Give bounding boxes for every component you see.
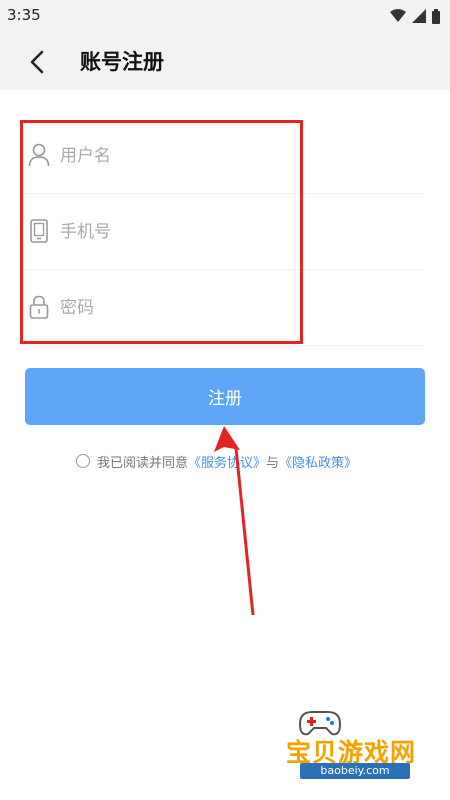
agreement-prefix: 我已阅读并同意 — [97, 455, 189, 471]
privacy-policy-link[interactable]: 《隐私政策》 — [279, 452, 357, 471]
agreement-row: 我已阅读并同意 《服务协议》 与 《隐私政策》 — [76, 452, 357, 471]
battery-icon — [432, 8, 440, 24]
wifi-icon — [390, 9, 406, 22]
password-row — [20, 270, 424, 346]
user-icon — [28, 143, 50, 167]
register-button[interactable]: 注册 — [25, 368, 425, 425]
username-input[interactable] — [58, 138, 402, 174]
register-form — [20, 118, 424, 346]
back-button[interactable] — [24, 48, 52, 76]
phone-row — [20, 194, 424, 270]
password-input[interactable] — [58, 290, 402, 326]
service-agreement-link[interactable]: 《服务协议》 — [188, 452, 266, 471]
phone-icon — [30, 219, 48, 243]
status-bar: 3:35 — [0, 0, 450, 32]
watermark-domain: baobeiy.com — [300, 763, 410, 779]
chevron-left-icon — [30, 50, 44, 74]
page-title: 账号注册 — [80, 50, 164, 74]
phone-input[interactable] — [58, 214, 402, 250]
agreement-checkbox[interactable] — [76, 454, 90, 468]
username-row — [20, 118, 424, 194]
lock-icon — [29, 295, 49, 319]
status-time: 3:35 — [7, 6, 41, 24]
signal-icon — [412, 9, 426, 23]
status-icons — [390, 8, 440, 24]
app-bar: 账号注册 — [0, 32, 450, 90]
agreement-connector: 与 — [266, 455, 280, 471]
